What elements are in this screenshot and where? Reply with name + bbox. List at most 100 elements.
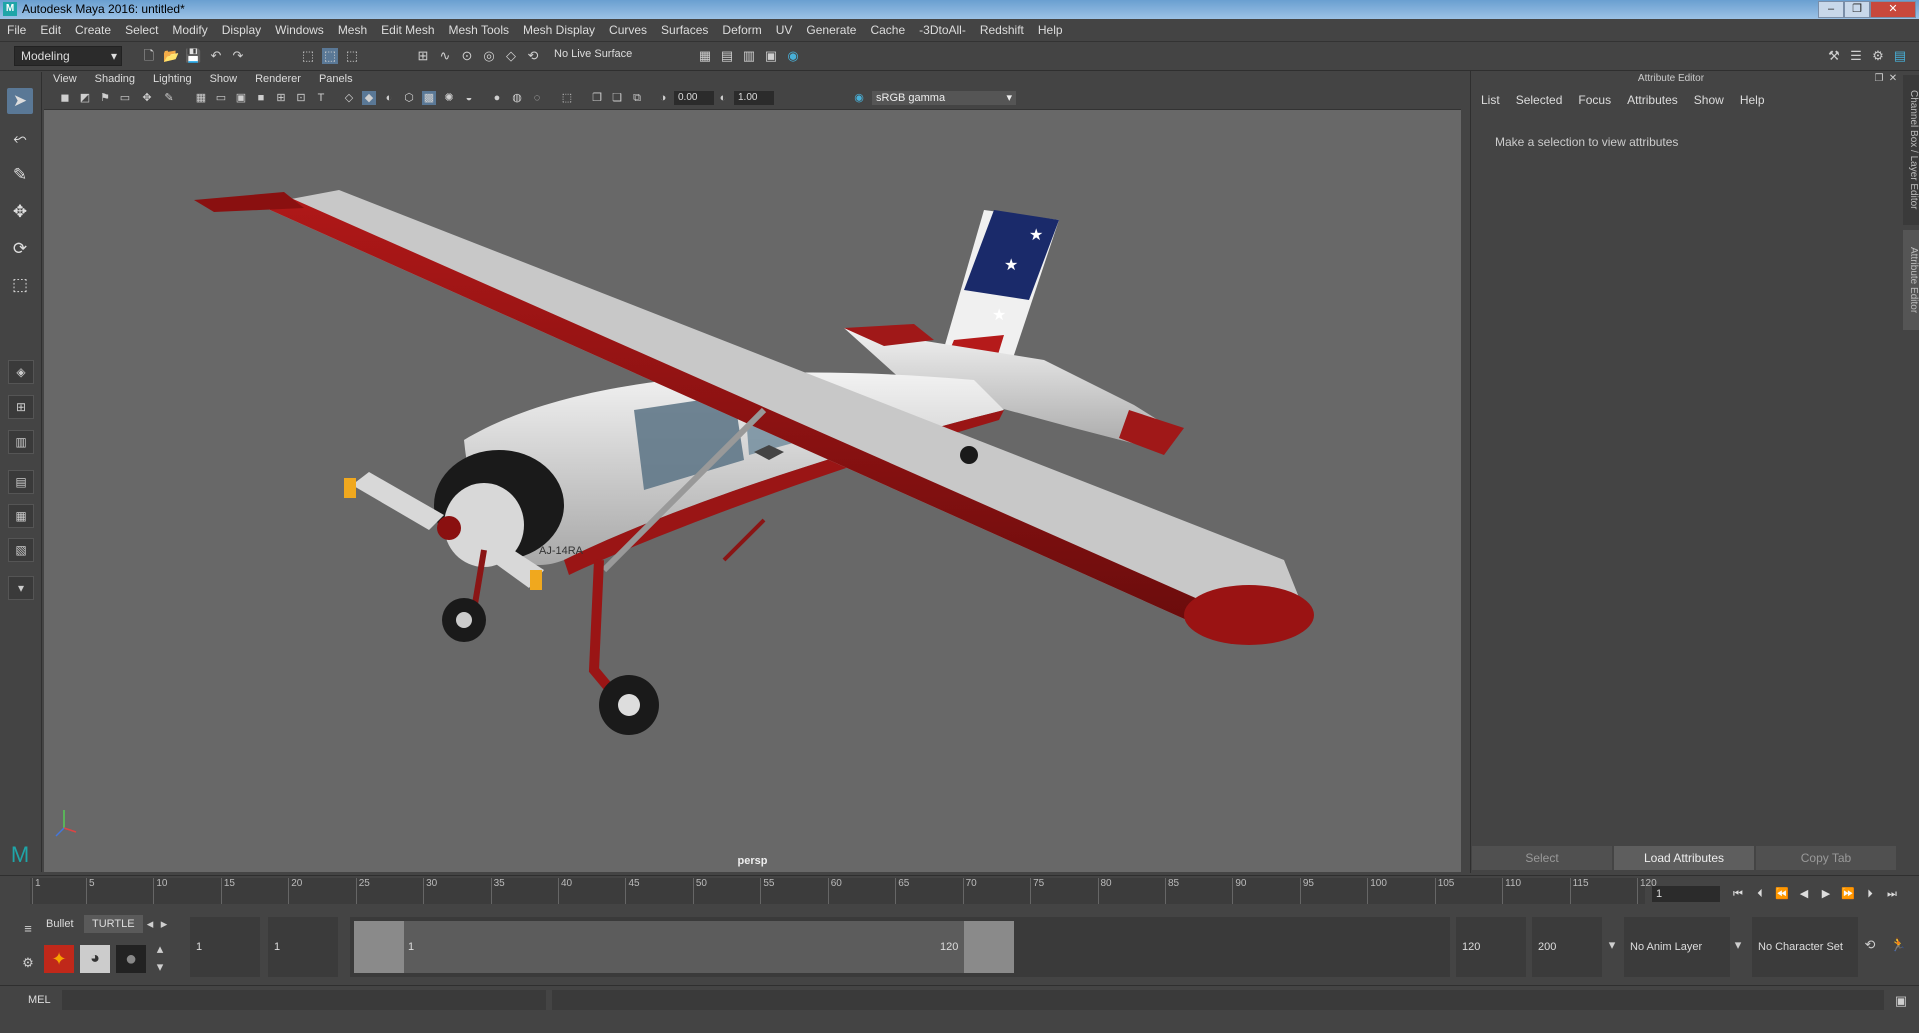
range-slider-bar[interactable] [404,921,964,973]
undo-icon[interactable]: ↶ [208,48,224,64]
current-frame-field[interactable]: 1 [1652,886,1720,902]
step-back-frame-icon[interactable]: ⏪ [1774,886,1790,902]
menu-generate[interactable]: Generate [799,19,863,37]
menu-redshift[interactable]: Redshift [973,19,1031,37]
mode-selector[interactable]: Modeling ▾ [14,46,122,66]
chevron-down-icon[interactable]: ▾ [1730,937,1746,953]
layout-menu-icon[interactable]: ▾ [8,576,34,600]
safe-title-icon[interactable]: T [314,91,328,105]
menu-modify[interactable]: Modify [165,19,214,37]
menu-mesh-display[interactable]: Mesh Display [516,19,602,37]
select-button[interactable]: Select [1472,846,1612,870]
wireframe-icon[interactable]: ◇ [342,91,356,105]
rotate-tool-icon[interactable]: ⟳ [7,236,33,262]
graph-editor-layout-icon[interactable]: ▧ [8,538,34,562]
menu-display[interactable]: Display [215,19,268,37]
close-panel-icon[interactable]: ✕ [1885,71,1901,87]
exposure-field[interactable]: 0.00 [674,91,714,105]
single-perspective-layout-icon[interactable]: ◈ [8,360,34,384]
go-to-end-icon[interactable]: ⏭ [1884,886,1900,902]
viewport-menu-view[interactable]: View [44,71,86,85]
attribute-editor-toggle-icon[interactable]: ☰ [1848,48,1864,64]
camera-select-icon[interactable]: ◼ [58,91,72,105]
attr-menu-focus[interactable]: Focus [1572,93,1621,107]
attribute-editor-side-tab[interactable]: Attribute Editor [1903,230,1919,330]
shelf-tab-turtle[interactable]: TURTLE [84,915,143,933]
exposure-icon[interactable]: ◑ [656,91,670,105]
ipr-render-icon[interactable]: ▥ [741,48,757,64]
time-ruler[interactable]: 1 5 10 15 20 25 30 35 40 45 50 55 60 65 70 75 80 85 90 95 10… [30,878,1657,904]
film-gate-icon[interactable]: ▭ [214,91,228,105]
new-scene-icon[interactable]: 🗋 [141,48,157,64]
xray-joints-icon[interactable]: ❏ [610,91,624,105]
redo-icon[interactable]: ↷ [230,48,246,64]
hypershade-layout-icon[interactable]: ▦ [8,504,34,528]
character-set-dropdown[interactable]: No Character Set [1752,917,1858,977]
grease-pencil-icon[interactable]: ✎ [162,91,176,105]
shadows-icon[interactable]: ◒ [462,91,476,105]
attr-menu-list[interactable]: List [1475,93,1510,107]
command-input[interactable] [62,990,546,1010]
two-d-pan-icon[interactable]: ✥ [140,91,154,105]
menu-curves[interactable]: Curves [602,19,654,37]
gate-mask-icon[interactable]: ■ [254,91,268,105]
color-space-dropdown[interactable]: sRGB gamma ▾ [872,91,1016,105]
menu-edit[interactable]: Edit [33,19,68,37]
attr-menu-attributes[interactable]: Attributes [1621,93,1688,107]
shelf-scroll-right-icon[interactable]: ▸ [156,916,172,932]
channel-box-side-tab[interactable]: Channel Box / Layer Editor [1903,75,1919,225]
snap-view-icon[interactable]: ◎ [481,48,497,64]
animation-preferences-icon[interactable]: 🏃 [1890,937,1906,953]
render-thumbnail-icon[interactable]: ◕ [80,945,110,973]
auto-key-icon[interactable]: ⟲ [1862,937,1878,953]
attr-menu-help[interactable]: Help [1734,93,1775,107]
tool-settings-icon[interactable]: ⚙ [1870,48,1886,64]
menu-deform[interactable]: Deform [715,19,768,37]
script-editor-icon[interactable]: ▣ [1893,993,1909,1009]
render-frame-icon[interactable]: ▤ [719,48,735,64]
menu-help[interactable]: Help [1031,19,1070,37]
select-tool-icon[interactable]: ➤ [7,88,33,114]
menu-3dtoall[interactable]: -3DtoAll- [912,19,973,37]
persp-graph-layout-icon[interactable]: ▤ [8,470,34,494]
render-view-icon[interactable]: ▣ [763,48,779,64]
xray-components-icon[interactable]: ⧉ [630,91,644,105]
menu-icon[interactable]: ≡ [20,921,36,937]
snap-grid-icon[interactable]: ⊞ [415,48,431,64]
chevron-down-icon[interactable]: ▾ [1604,937,1620,953]
viewport-menu-lighting[interactable]: Lighting [144,71,201,85]
motion-blur-icon[interactable]: ◍ [510,91,524,105]
menu-file[interactable]: File [0,19,33,37]
go-to-start-icon[interactable]: ⏮ [1730,886,1746,902]
copy-tab-button[interactable]: Copy Tab [1756,846,1896,870]
range-handle-end[interactable] [964,921,1014,973]
modeling-toolkit-icon[interactable]: ⚒ [1826,48,1842,64]
wireframe-on-shaded-icon[interactable]: ⬡ [402,91,416,105]
menu-create[interactable]: Create [68,19,118,37]
ambient-occlusion-icon[interactable]: ● [490,91,504,105]
anim-layer-dropdown[interactable]: No Anim Layer [1624,917,1730,977]
shelf-scroll-up-icon[interactable]: ▴ [152,941,168,957]
paint-select-tool-icon[interactable]: ✎ [7,162,33,188]
scale-tool-icon[interactable]: ⬚ [7,272,33,298]
menu-uv[interactable]: UV [769,19,800,37]
use-default-material-icon[interactable]: ◐ [382,91,396,105]
select-object-icon[interactable]: ⬚ [322,48,338,64]
viewport-menu-shading[interactable]: Shading [86,71,144,85]
four-view-layout-icon[interactable]: ⊞ [8,395,34,419]
snap-surface-icon[interactable]: ◇ [503,48,519,64]
image-plane-icon[interactable]: ▭ [118,91,132,105]
start-time-field[interactable]: 1 [190,917,260,977]
anti-aliasing-icon[interactable]: ◌ [530,91,544,105]
animation-start-field[interactable]: 1 [268,917,338,977]
perspective-viewport[interactable]: ★ ★ ★ AJ-14RA persp [44,110,1461,872]
menu-cache[interactable]: Cache [863,19,912,37]
select-component-icon[interactable]: ⬚ [344,48,360,64]
use-all-lights-icon[interactable]: ✺ [442,91,456,105]
animation-end-field[interactable]: 120 [1456,917,1526,977]
step-forward-frame-icon[interactable]: ⏩ [1840,886,1856,902]
textured-icon[interactable]: ▩ [422,91,436,105]
field-chart-icon[interactable]: ⊞ [274,91,288,105]
gamma-field[interactable]: 1.00 [734,91,774,105]
camera-attributes-icon[interactable]: ◩ [78,91,92,105]
